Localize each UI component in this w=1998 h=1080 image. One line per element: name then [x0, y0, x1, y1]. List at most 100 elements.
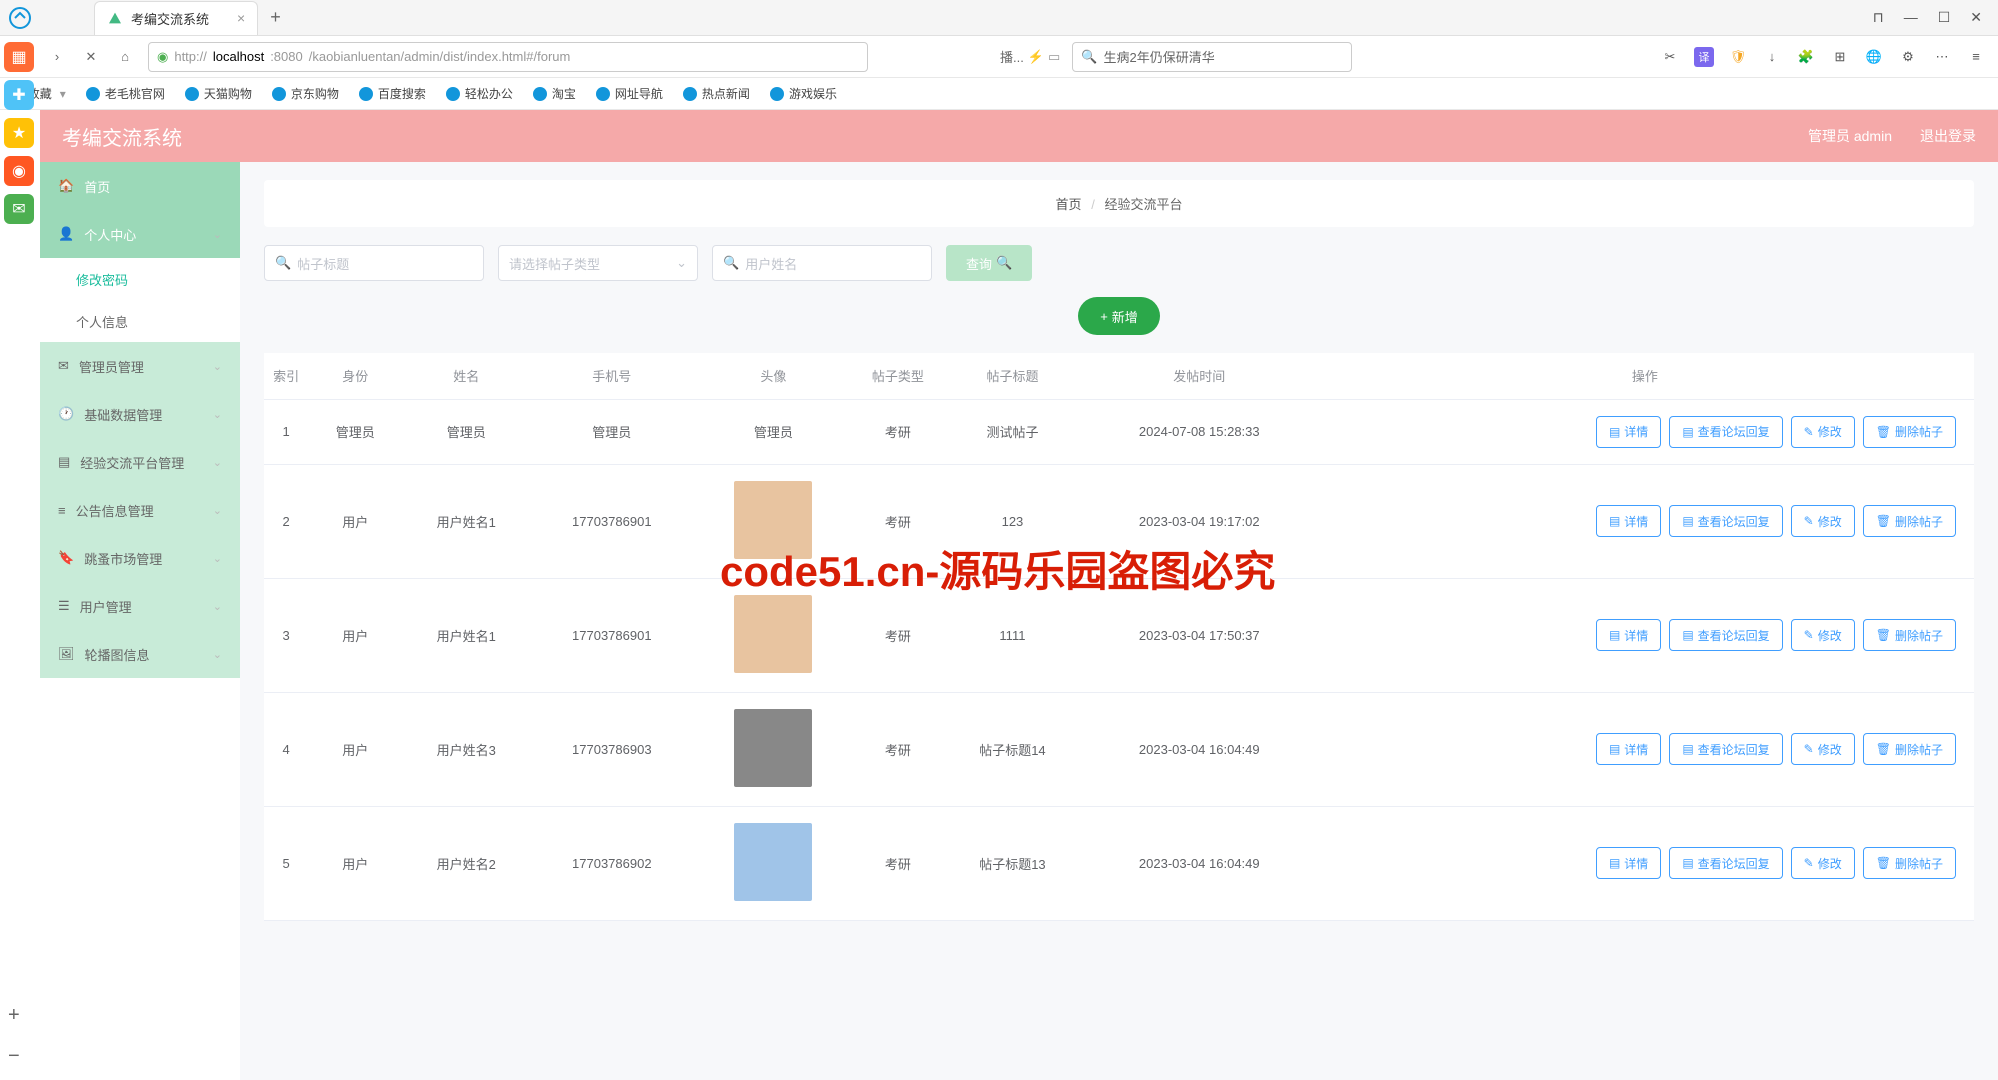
scissors-icon[interactable]: ✂ [1660, 47, 1680, 67]
table-row: 1管理员管理员管理员管理员考研测试帖子2024-07-08 15:28:33▤详… [264, 399, 1974, 464]
breadcrumb-home[interactable]: 首页 [1056, 197, 1082, 212]
speed-indicator[interactable]: 播... ⚡ ▭ [1000, 47, 1060, 66]
sidebar-item-flea[interactable]: 🔖跳蚤市场管理⌄ [40, 534, 240, 582]
dock-item[interactable]: ★ [4, 118, 34, 148]
bookmark-item[interactable]: 轻松办公 [446, 85, 513, 102]
delete-button[interactable]: 🗑删除帖子 [1863, 505, 1956, 537]
view-reply-button[interactable]: ▤查看论坛回复 [1669, 619, 1782, 651]
bookmark-icon [683, 87, 697, 101]
search-icon: 🔍 [996, 255, 1012, 271]
puzzle-icon[interactable]: 🧩 [1796, 47, 1816, 67]
bookmark-item[interactable]: 游戏娱乐 [770, 85, 837, 102]
edit-button[interactable]: ✎修改 [1791, 847, 1855, 879]
bookmark-item[interactable]: 热点新闻 [683, 85, 750, 102]
add-button[interactable]: +新增 [1078, 297, 1160, 335]
filter-title-input[interactable]: 🔍帖子标题 [264, 245, 484, 281]
dock-item[interactable]: ✉ [4, 194, 34, 224]
delete-button[interactable]: 🗑删除帖子 [1863, 619, 1956, 651]
edit-button[interactable]: ✎修改 [1791, 416, 1855, 448]
dock-item[interactable]: ▦ [4, 42, 34, 72]
table-cell: 2024-07-08 15:28:33 [1083, 399, 1316, 464]
nav-stop-icon[interactable]: ✕ [80, 46, 102, 68]
view-reply-button[interactable]: ▤查看论坛回复 [1669, 733, 1782, 765]
filter-user-input[interactable]: 🔍用户姓名 [712, 245, 932, 281]
bookmark-item[interactable]: 网址导航 [596, 85, 663, 102]
avatar [734, 595, 812, 673]
dock-item[interactable]: ◉ [4, 156, 34, 186]
dock-item[interactable]: ✚ [4, 80, 34, 110]
delete-button[interactable]: 🗑删除帖子 [1863, 847, 1956, 879]
breadcrumb: 首页 / 经验交流平台 [264, 180, 1974, 227]
settings-icon[interactable]: ⚙ [1898, 47, 1918, 67]
window-pin-icon[interactable]: ⊓ [1873, 9, 1884, 26]
sidebar-item-personal[interactable]: 👤个人中心⌄ [40, 210, 240, 258]
edit-icon: ✎ [1804, 425, 1814, 439]
filter-type-select[interactable]: 请选择帖子类型⌄ [498, 245, 698, 281]
download-icon[interactable]: ↓ [1762, 47, 1782, 67]
user-icon: 👤 [58, 226, 74, 242]
bookmark-icon [596, 87, 610, 101]
nav-home-icon[interactable]: ⌂ [114, 46, 136, 68]
table-header: 手机号 [530, 353, 693, 399]
view-reply-button[interactable]: ▤查看论坛回复 [1669, 416, 1782, 448]
sidebar-sub-password[interactable]: 修改密码 [40, 258, 240, 300]
actions-cell: ▤详情▤查看论坛回复 ✎修改🗑删除帖子 [1316, 399, 1974, 464]
window-minimize-icon[interactable]: — [1904, 9, 1918, 26]
delete-button[interactable]: 🗑删除帖子 [1863, 733, 1956, 765]
dock-minus-icon[interactable]: − [8, 1045, 20, 1068]
badge-icon[interactable]: 🛡 [1728, 47, 1748, 67]
sidebar-item-basedata[interactable]: 🕐基础数据管理⌄ [40, 390, 240, 438]
browser-tab[interactable]: 考编交流系统 × [94, 1, 258, 35]
view-reply-button[interactable]: ▤查看论坛回复 [1669, 847, 1782, 879]
new-tab-button[interactable]: + [270, 7, 281, 28]
table-cell: 17703786903 [530, 692, 693, 806]
table-header: 姓名 [402, 353, 530, 399]
bookmark-item[interactable]: 百度搜索 [359, 85, 426, 102]
browser-dock: ▦ ✚ ★ ◉ ✉ [4, 42, 38, 224]
sidebar-item-forum[interactable]: ▤经验交流平台管理⌄ [40, 438, 240, 486]
edit-button[interactable]: ✎修改 [1791, 505, 1855, 537]
sidebar-item-admin[interactable]: ✉管理员管理⌄ [40, 342, 240, 390]
bookmark-item[interactable]: 天猫购物 [185, 85, 252, 102]
chevron-down-icon: ⌄ [213, 600, 222, 613]
lines-icon[interactable]: ⋯ [1932, 47, 1952, 67]
nav-forward-icon[interactable]: › [46, 46, 68, 68]
current-user-label[interactable]: 管理员 admin [1808, 126, 1892, 146]
logout-link[interactable]: 退出登录 [1920, 126, 1976, 146]
delete-button[interactable]: 🗑删除帖子 [1863, 416, 1956, 448]
sidebar-item-carousel[interactable]: 🖼轮播图信息⌄ [40, 630, 240, 678]
bookmark-icon: 🔖 [58, 550, 74, 566]
table-cell: 用户 [308, 806, 402, 920]
detail-button[interactable]: ▤详情 [1596, 733, 1661, 765]
search-button[interactable]: 查询🔍 [946, 245, 1032, 281]
url-input[interactable]: ◉ http://localhost:8080/kaobianluentan/a… [148, 42, 868, 72]
sidebar-item-announce[interactable]: ≡公告信息管理⌄ [40, 486, 240, 534]
bookmark-item[interactable]: 老毛桃官网 [86, 85, 165, 102]
window-maximize-icon[interactable]: ☐ [1938, 9, 1951, 26]
browser-search-input[interactable]: 🔍 生病2年仍保研清华 [1072, 42, 1352, 72]
grid-icon[interactable]: ⊞ [1830, 47, 1850, 67]
window-close-icon[interactable]: ✕ [1970, 9, 1982, 26]
edit-button[interactable]: ✎修改 [1791, 619, 1855, 651]
translate-icon[interactable]: 译 [1694, 47, 1714, 67]
detail-button[interactable]: ▤详情 [1596, 416, 1661, 448]
globe-icon[interactable]: 🌐 [1864, 47, 1884, 67]
sidebar-item-users[interactable]: ☰用户管理⌄ [40, 582, 240, 630]
detail-button[interactable]: ▤详情 [1596, 505, 1661, 537]
table-cell: 3 [264, 578, 308, 692]
sidebar-item-home[interactable]: 🏠首页 [40, 162, 240, 210]
detail-button[interactable]: ▤详情 [1596, 847, 1661, 879]
edit-button[interactable]: ✎修改 [1791, 733, 1855, 765]
menu-icon[interactable]: ≡ [1966, 47, 1986, 67]
detail-button[interactable]: ▤详情 [1596, 619, 1661, 651]
dock-add-icon[interactable]: + [8, 1004, 20, 1027]
tab-close-icon[interactable]: × [237, 10, 245, 26]
search-icon: 🔍 [1081, 49, 1097, 65]
watermark-main: code51.cn-源码乐园盗图必究 [720, 538, 1275, 599]
sidebar-sub-personal-info[interactable]: 个人信息 [40, 300, 240, 342]
table-cell: 2023-03-04 16:04:49 [1083, 806, 1316, 920]
bookmark-item[interactable]: 京东购物 [272, 85, 339, 102]
view-reply-button[interactable]: ▤查看论坛回复 [1669, 505, 1782, 537]
table-cell: 5 [264, 806, 308, 920]
bookmark-item[interactable]: 淘宝 [533, 85, 576, 102]
